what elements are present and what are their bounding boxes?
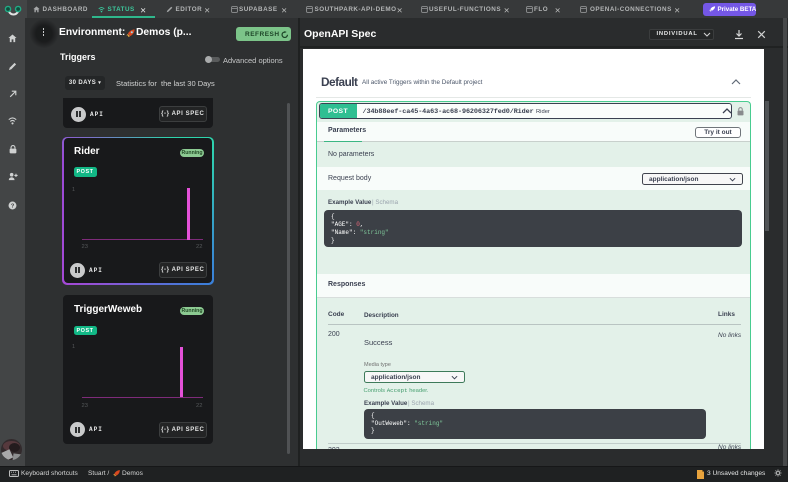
svg-text:?: ? bbox=[11, 203, 15, 209]
